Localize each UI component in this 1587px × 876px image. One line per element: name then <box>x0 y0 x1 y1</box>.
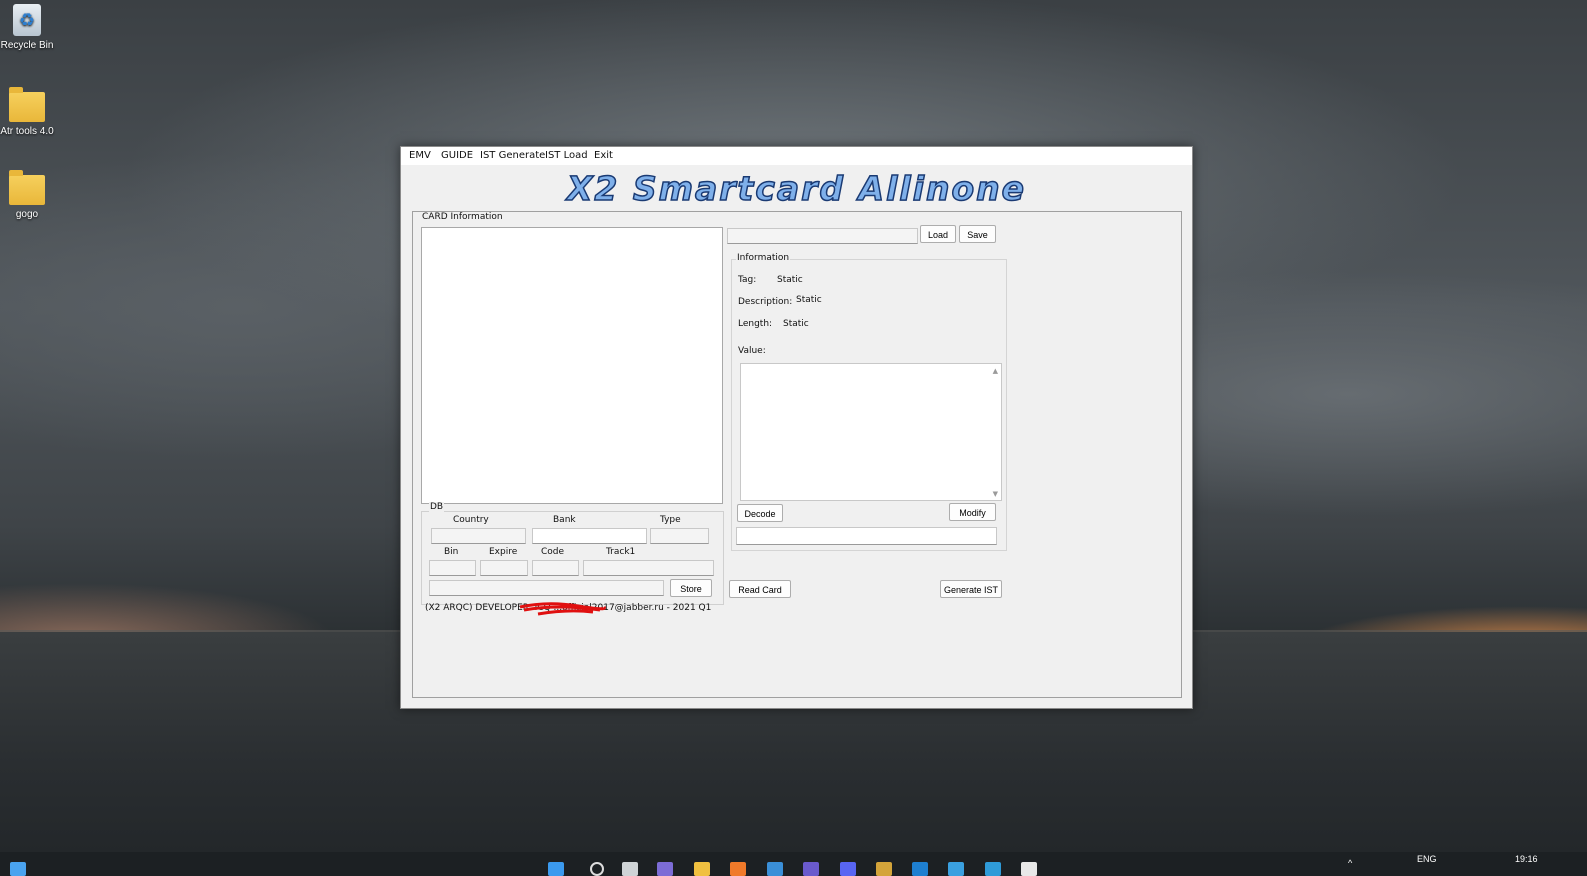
bank-label: Bank <box>553 515 576 525</box>
store-button[interactable]: Store <box>670 579 712 597</box>
tag-value: Static <box>777 275 803 285</box>
folder-icon <box>9 170 45 205</box>
menu-bar: EMV GUIDE IST Generate IST Load Exit <box>401 147 1192 165</box>
store-icon[interactable] <box>767 862 783 876</box>
desktop-icon-label: gogo <box>15 209 39 220</box>
length-label: Length: <box>738 319 773 329</box>
card-info-list[interactable] <box>421 227 723 504</box>
mail-icon[interactable] <box>1021 862 1037 876</box>
db-group-label: DB <box>429 502 445 512</box>
app-title-banner: X2 Smartcard Allinone <box>566 168 1027 209</box>
bank-field[interactable] <box>532 528 647 544</box>
desktop-icon-label: Recycle Bin <box>0 40 54 51</box>
redaction-scribble <box>519 602 606 616</box>
generate-ist-button[interactable]: Generate IST <box>940 580 1002 598</box>
desktop-icon-atr-tools[interactable]: Atr tools 4.0 <box>0 87 57 137</box>
length-value: Static <box>783 319 809 329</box>
recycle-bin-icon: ♻ <box>13 4 41 36</box>
type-label: Type <box>660 515 681 525</box>
value-textarea[interactable]: ▲ ▼ <box>740 363 1002 501</box>
scroll-down-icon[interactable]: ▼ <box>993 490 998 498</box>
desktop-icon-recycle-bin[interactable]: ♻ Recycle Bin <box>0 4 57 51</box>
chat-icon[interactable] <box>657 862 673 876</box>
discord-icon[interactable] <box>840 862 856 876</box>
bin-field[interactable] <box>429 560 476 576</box>
menu-exit[interactable]: Exit <box>594 150 613 161</box>
country-label: Country <box>453 515 489 525</box>
task-view-icon[interactable] <box>622 862 638 876</box>
card-info-group-label: CARD Information <box>421 212 504 222</box>
modify-field[interactable] <box>736 527 997 545</box>
description-value: Static <box>796 295 822 305</box>
start-icon[interactable] <box>548 862 564 876</box>
folder-icon <box>9 87 45 122</box>
app-window: EMV GUIDE IST Generate IST Load Exit X2 … <box>400 146 1193 709</box>
menu-guide[interactable]: GUIDE <box>441 150 473 161</box>
track1-field[interactable] <box>583 560 714 576</box>
file-path-field[interactable] <box>727 228 918 244</box>
taskbar: ^ ENG 19:16 <box>0 852 1587 876</box>
menu-ist-generate[interactable]: IST Generate <box>480 150 545 161</box>
file-explorer-icon[interactable] <box>694 862 710 876</box>
clock-time[interactable]: 19:16 <box>1515 854 1538 864</box>
desktop-icon-label: Atr tools 4.0 <box>0 126 54 137</box>
track1-label: Track1 <box>606 547 636 557</box>
notepad-icon[interactable] <box>948 862 964 876</box>
country-field[interactable] <box>431 528 526 544</box>
firefox-icon[interactable] <box>730 862 746 876</box>
code-field[interactable] <box>532 560 579 576</box>
save-button[interactable]: Save <box>959 225 996 243</box>
modify-button[interactable]: Modify <box>949 503 996 521</box>
tray-chevron-icon[interactable]: ^ <box>1348 858 1352 868</box>
value-label: Value: <box>738 346 766 356</box>
menu-emv[interactable]: EMV <box>409 150 431 161</box>
app-gift-icon[interactable] <box>985 862 1001 876</box>
description-label: Description: <box>738 297 793 307</box>
desktop-icon-gogo[interactable]: gogo <box>0 170 57 220</box>
decode-button[interactable]: Decode <box>737 504 783 522</box>
scroll-up-icon[interactable]: ▲ <box>993 367 998 375</box>
expire-label: Expire <box>489 547 518 557</box>
load-button[interactable]: Load <box>920 225 956 243</box>
read-card-button[interactable]: Read Card <box>729 580 791 598</box>
language-indicator[interactable]: ENG <box>1417 854 1437 864</box>
search-icon[interactable] <box>590 862 604 876</box>
widgets-icon[interactable] <box>10 862 26 876</box>
app-tool-icon[interactable] <box>876 862 892 876</box>
information-group-label: Information <box>736 253 791 263</box>
tag-label: Tag: <box>738 275 757 285</box>
code-label: Code <box>541 547 565 557</box>
bin-label: Bin <box>444 547 459 557</box>
app-pen-icon[interactable] <box>803 862 819 876</box>
menu-ist-load[interactable]: IST Load <box>545 150 588 161</box>
app-box-icon[interactable] <box>912 862 928 876</box>
type-field[interactable] <box>650 528 709 544</box>
store-field[interactable] <box>429 580 664 596</box>
expire-field[interactable] <box>480 560 528 576</box>
